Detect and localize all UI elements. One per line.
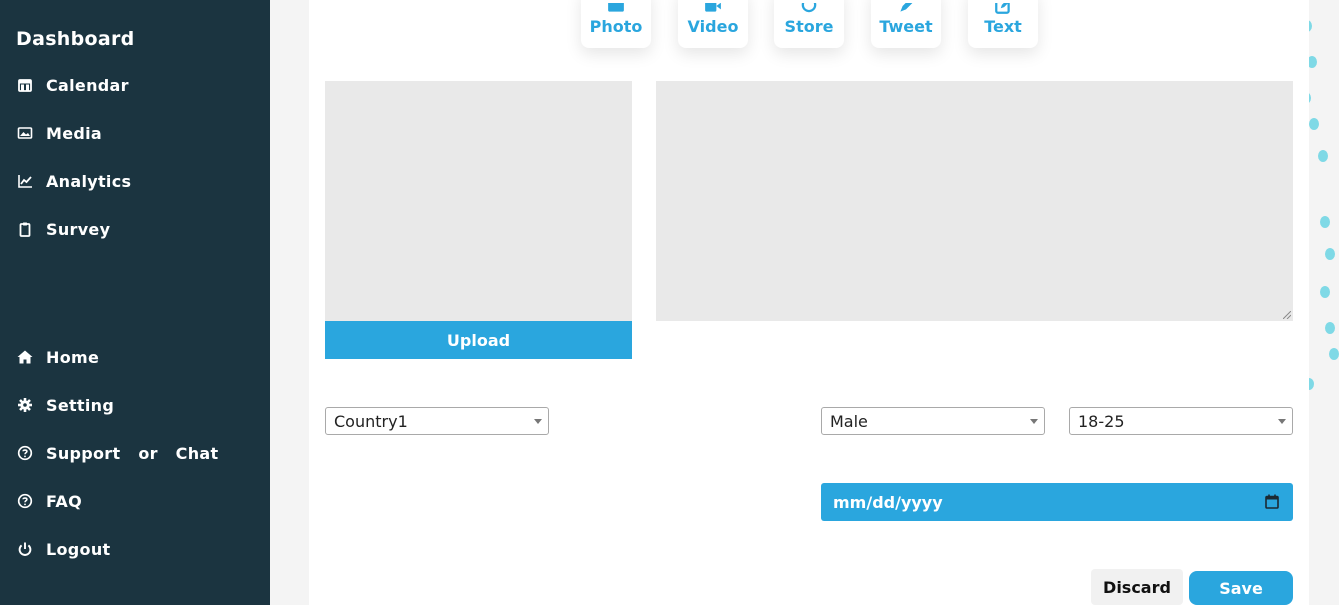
post-text-area[interactable] (656, 81, 1293, 321)
chevron-down-icon (1278, 419, 1286, 424)
discard-button[interactable]: Discard (1091, 569, 1183, 605)
age-select[interactable]: 18-25 (1069, 407, 1293, 435)
sidebar: Dashboard Calendar Media Analytics Surve… (0, 0, 270, 605)
sidebar-item-label: Calendar (46, 75, 129, 95)
post-type-bar: Photo Video Store Tweet Text (309, 0, 1309, 60)
age-select-value: 18-25 (1078, 411, 1125, 431)
date-input[interactable]: mm/dd/yyyy (821, 483, 1293, 521)
upload-button[interactable]: Upload (325, 321, 632, 359)
image-icon (606, 3, 626, 15)
gender-select[interactable]: Male (821, 407, 1045, 435)
country-select[interactable]: Country1 (325, 407, 549, 435)
type-label: Store (784, 17, 834, 36)
chevron-down-icon (534, 419, 542, 424)
country-select-value: Country1 (334, 411, 408, 431)
calendar-icon[interactable] (1265, 494, 1279, 509)
sidebar-item-faq[interactable]: FAQ (16, 489, 82, 513)
type-label: Tweet (879, 17, 933, 36)
decorative-dots (1301, 0, 1339, 605)
question-circle-icon (16, 444, 34, 462)
sidebar-item-setting[interactable]: Setting (16, 393, 114, 417)
sidebar-item-label: Home (46, 347, 100, 367)
type-photo-button[interactable]: Photo (581, 0, 651, 48)
pen-icon (896, 3, 916, 15)
sidebar-item-analytics[interactable]: Analytics (16, 169, 131, 193)
sidebar-item-calendar[interactable]: Calendar (16, 73, 129, 97)
media-preview[interactable] (325, 81, 632, 321)
post-editor-card: Photo Video Store Tweet Text Upload Coun… (309, 0, 1309, 605)
sidebar-title: Dashboard (16, 28, 135, 50)
sidebar-item-label: Analytics (46, 171, 132, 191)
resize-grip-icon[interactable] (1283, 311, 1291, 319)
edit-icon (993, 3, 1013, 15)
calendar-icon (16, 76, 34, 94)
sidebar-item-label: Setting (46, 395, 115, 415)
sidebar-item-label: Media (46, 123, 103, 143)
sidebar-item-support[interactable]: Support or Chat (16, 441, 218, 465)
clipboard-icon (16, 220, 34, 238)
gender-select-value: Male (830, 411, 868, 431)
save-button[interactable]: Save (1189, 571, 1293, 605)
type-store-button[interactable]: Store (774, 0, 844, 48)
type-text-button[interactable]: Text (968, 0, 1038, 48)
sidebar-item-logout[interactable]: Logout (16, 537, 110, 561)
image-icon (16, 124, 34, 142)
sidebar-item-label: Survey (46, 219, 111, 239)
sidebar-item-survey[interactable]: Survey (16, 217, 110, 241)
circle-icon (799, 3, 819, 15)
question-circle-icon (16, 492, 34, 510)
sidebar-item-label: Logout (46, 539, 111, 559)
sidebar-item-label: FAQ (46, 491, 82, 511)
video-camera-icon (703, 3, 723, 15)
date-placeholder: mm/dd/yyyy (833, 492, 943, 512)
sidebar-item-home[interactable]: Home (16, 345, 99, 369)
type-tweet-button[interactable]: Tweet (871, 0, 941, 48)
type-video-button[interactable]: Video (678, 0, 748, 48)
gear-icon (16, 396, 34, 414)
chevron-down-icon (1030, 419, 1038, 424)
type-label: Photo (589, 17, 643, 36)
sidebar-item-label: Support or Chat (46, 443, 219, 463)
type-label: Text (984, 17, 1022, 36)
sidebar-item-media[interactable]: Media (16, 121, 102, 145)
line-chart-icon (16, 172, 34, 190)
type-label: Video (687, 17, 739, 36)
power-icon (16, 540, 34, 558)
home-icon (16, 348, 34, 366)
